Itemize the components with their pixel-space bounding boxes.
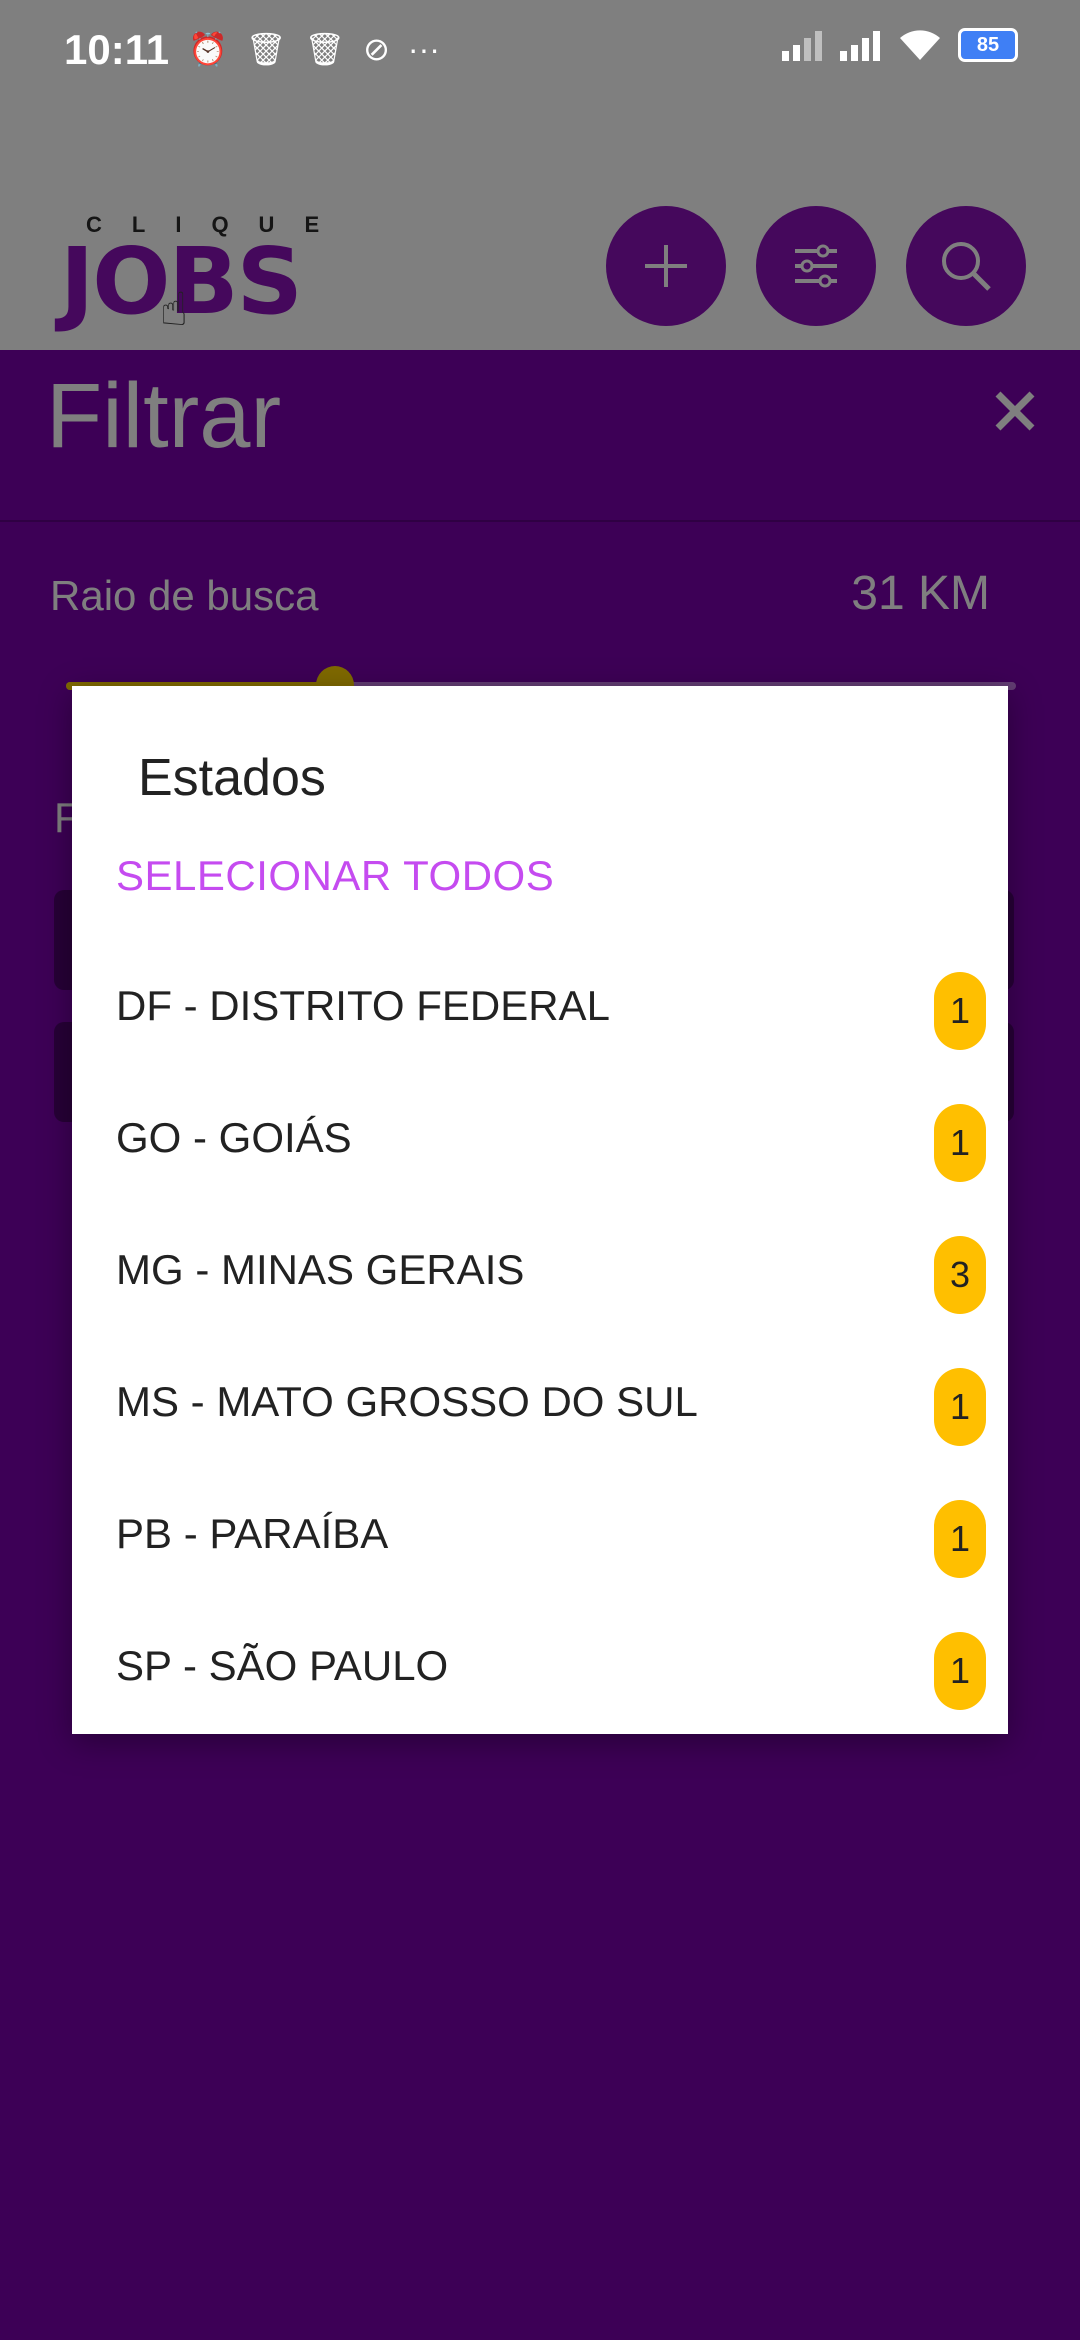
count-badge: 1 — [934, 972, 986, 1050]
state-label: GO - GOIÁS — [116, 1114, 352, 1161]
status-time: 10:11 — [64, 26, 170, 73]
signal-icon — [782, 31, 822, 61]
state-label: DF - DISTRITO FEDERAL — [116, 982, 610, 1029]
count-badge: 1 — [934, 1500, 986, 1578]
state-label: SP - SÃO PAULO — [116, 1642, 449, 1689]
state-label: MS - MATO GROSSO DO SUL — [116, 1378, 698, 1425]
dialog-title: Estados — [138, 749, 326, 807]
wifi-icon — [900, 30, 940, 60]
state-option[interactable]: SP - SÃO PAULO 1 — [72, 1604, 1008, 1736]
status-bar: 10:11 ⏰ 🗑 🗑 ⊘ ··· 85 — [0, 0, 1080, 100]
no-disturb-icon: ⊘ — [363, 31, 390, 67]
count-badge: 1 — [934, 1632, 986, 1710]
state-label: MG - MINAS GERAIS — [116, 1246, 525, 1293]
count-badge: 1 — [934, 1104, 986, 1182]
select-all-button[interactable]: SELECIONAR TODOS — [116, 852, 554, 900]
state-option[interactable]: MG - MINAS GERAIS 3 — [72, 1208, 1008, 1340]
state-label: PB - PARAÍBA — [116, 1510, 389, 1557]
state-option[interactable]: DF - DISTRITO FEDERAL 1 — [72, 944, 1008, 1076]
trash-icon: 🗑 — [304, 31, 346, 67]
signal-icon — [840, 31, 880, 61]
more-icon: ··· — [407, 30, 440, 67]
state-option[interactable]: GO - GOIÁS 1 — [72, 1076, 1008, 1208]
status-notification-icons: ⏰ 🗑 🗑 ⊘ ··· — [188, 30, 440, 68]
count-badge: 3 — [934, 1236, 986, 1314]
trash-icon: 🗑 — [245, 31, 287, 67]
battery-icon: 85 — [958, 28, 1018, 62]
alarm-icon: ⏰ — [188, 31, 228, 67]
states-dialog: Estados SELECIONAR TODOS DF - DISTRITO F… — [72, 686, 1008, 1734]
state-option[interactable]: PB - PARAÍBA 1 — [72, 1472, 1008, 1604]
count-badge: 1 — [934, 1368, 986, 1446]
status-right-icons: 85 — [782, 28, 1018, 62]
state-option[interactable]: MS - MATO GROSSO DO SUL 1 — [72, 1340, 1008, 1472]
